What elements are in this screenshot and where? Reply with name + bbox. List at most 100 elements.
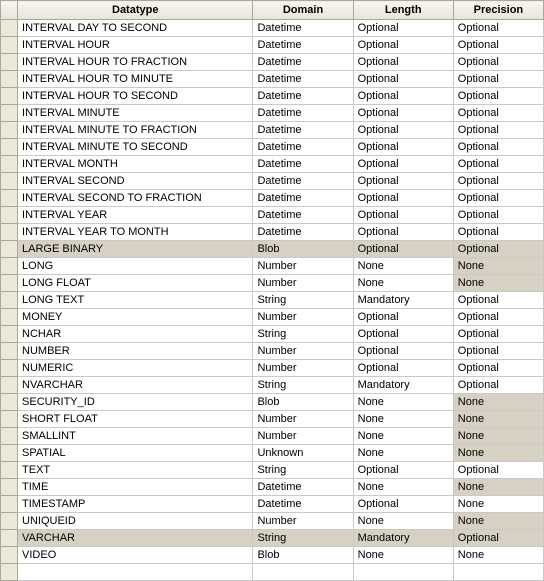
- cell-domain[interactable]: Datetime: [253, 88, 353, 105]
- cell-precision[interactable]: None: [453, 496, 543, 513]
- cell-length[interactable]: Optional: [353, 207, 453, 224]
- cell-domain[interactable]: Datetime: [253, 54, 353, 71]
- cell-precision[interactable]: Optional: [453, 462, 543, 479]
- cell-domain[interactable]: Unknown: [253, 445, 353, 462]
- cell-datatype[interactable]: INTERVAL MINUTE: [18, 105, 253, 122]
- cell-precision[interactable]: Optional: [453, 139, 543, 156]
- cell-domain[interactable]: String: [253, 462, 353, 479]
- cell-precision[interactable]: Optional: [453, 37, 543, 54]
- cell-length[interactable]: None: [353, 479, 453, 496]
- table-row[interactable]: INTERVAL HOUR TO MINUTEDatetimeOptionalO…: [1, 71, 544, 88]
- cell-domain[interactable]: Datetime: [253, 20, 353, 37]
- cell-datatype[interactable]: SPATIAL: [18, 445, 253, 462]
- table-row[interactable]: SPATIALUnknownNoneNone: [1, 445, 544, 462]
- table-row[interactable]: INTERVAL MONTHDatetimeOptionalOptional: [1, 156, 544, 173]
- table-row[interactable]: VIDEOBlobNoneNone: [1, 547, 544, 564]
- cell-datatype[interactable]: LONG FLOAT: [18, 275, 253, 292]
- cell-length[interactable]: None: [353, 258, 453, 275]
- cell-domain[interactable]: Blob: [253, 547, 353, 564]
- table-row[interactable]: LONGNumberNoneNone: [1, 258, 544, 275]
- cell-length[interactable]: Optional: [353, 122, 453, 139]
- table-row[interactable]: INTERVAL MINUTE TO SECONDDatetimeOptiona…: [1, 139, 544, 156]
- table-row[interactable]: INTERVAL DAY TO SECONDDatetimeOptionalOp…: [1, 20, 544, 37]
- table-row[interactable]: UNIQUEIDNumberNoneNone: [1, 513, 544, 530]
- cell-length[interactable]: Optional: [353, 105, 453, 122]
- row-gutter[interactable]: [1, 513, 18, 530]
- cell-domain[interactable]: String: [253, 377, 353, 394]
- table-row[interactable]: INTERVAL HOURDatetimeOptionalOptional: [1, 37, 544, 54]
- cell-datatype[interactable]: SHORT FLOAT: [18, 411, 253, 428]
- row-gutter[interactable]: [1, 241, 18, 258]
- row-gutter[interactable]: [1, 428, 18, 445]
- cell-length[interactable]: Optional: [353, 139, 453, 156]
- cell-precision[interactable]: Optional: [453, 190, 543, 207]
- cell-datatype[interactable]: NUMERIC: [18, 360, 253, 377]
- cell-datatype[interactable]: TEXT: [18, 462, 253, 479]
- cell-datatype[interactable]: INTERVAL SECOND TO FRACTION: [18, 190, 253, 207]
- row-gutter[interactable]: [1, 377, 18, 394]
- datatype-grid[interactable]: Datatype Domain Length Precision INTERVA…: [0, 0, 544, 581]
- cell-precision[interactable]: Optional: [453, 360, 543, 377]
- cell-precision[interactable]: Optional: [453, 54, 543, 71]
- cell-datatype[interactable]: UNIQUEID: [18, 513, 253, 530]
- row-gutter[interactable]: [1, 445, 18, 462]
- cell-precision[interactable]: Optional: [453, 156, 543, 173]
- cell-datatype[interactable]: NUMBER: [18, 343, 253, 360]
- cell-precision[interactable]: Optional: [453, 241, 543, 258]
- cell-domain[interactable]: Blob: [253, 394, 353, 411]
- col-header-datatype[interactable]: Datatype: [18, 1, 253, 20]
- cell-datatype[interactable]: MONEY: [18, 309, 253, 326]
- table-row[interactable]: VARCHARStringMandatoryOptional: [1, 530, 544, 547]
- row-gutter[interactable]: [1, 122, 18, 139]
- cell-datatype[interactable]: INTERVAL MONTH: [18, 156, 253, 173]
- table-row[interactable]: NUMBERNumberOptionalOptional: [1, 343, 544, 360]
- cell-length[interactable]: None: [353, 445, 453, 462]
- table-row[interactable]: TIMEDatetimeNoneNone: [1, 479, 544, 496]
- table-row[interactable]: TIMESTAMPDatetimeOptionalNone: [1, 496, 544, 513]
- cell-length[interactable]: Optional: [353, 326, 453, 343]
- table-row[interactable]: INTERVAL HOUR TO SECONDDatetimeOptionalO…: [1, 88, 544, 105]
- cell-precision[interactable]: Optional: [453, 122, 543, 139]
- cell-precision[interactable]: Optional: [453, 71, 543, 88]
- cell-length[interactable]: Optional: [353, 156, 453, 173]
- cell-datatype[interactable]: TIME: [18, 479, 253, 496]
- cell-datatype[interactable]: INTERVAL HOUR TO FRACTION: [18, 54, 253, 71]
- cell-domain[interactable]: Number: [253, 428, 353, 445]
- table-row[interactable]: NUMERICNumberOptionalOptional: [1, 360, 544, 377]
- cell-datatype[interactable]: LONG TEXT: [18, 292, 253, 309]
- cell-domain[interactable]: Number: [253, 275, 353, 292]
- cell-datatype[interactable]: INTERVAL YEAR: [18, 207, 253, 224]
- cell-datatype[interactable]: VARCHAR: [18, 530, 253, 547]
- cell-length[interactable]: Optional: [353, 360, 453, 377]
- table-row[interactable]: INTERVAL MINUTEDatetimeOptionalOptional: [1, 105, 544, 122]
- cell-precision[interactable]: None: [453, 275, 543, 292]
- col-header-domain[interactable]: Domain: [253, 1, 353, 20]
- cell-domain[interactable]: Datetime: [253, 105, 353, 122]
- cell-length[interactable]: None: [353, 513, 453, 530]
- cell-domain[interactable]: Number: [253, 309, 353, 326]
- table-row[interactable]: LONG TEXTStringMandatoryOptional: [1, 292, 544, 309]
- cell-domain[interactable]: Number: [253, 411, 353, 428]
- cell-length[interactable]: Optional: [353, 20, 453, 37]
- table-row[interactable]: NVARCHARStringMandatoryOptional: [1, 377, 544, 394]
- cell-domain[interactable]: Number: [253, 343, 353, 360]
- row-gutter[interactable]: [1, 462, 18, 479]
- cell-datatype[interactable]: VIDEO: [18, 547, 253, 564]
- cell-precision[interactable]: None: [453, 394, 543, 411]
- cell-domain[interactable]: Datetime: [253, 496, 353, 513]
- row-gutter[interactable]: [1, 394, 18, 411]
- cell-length[interactable]: Mandatory: [353, 530, 453, 547]
- cell-domain[interactable]: Datetime: [253, 479, 353, 496]
- cell-precision[interactable]: Optional: [453, 20, 543, 37]
- table-row[interactable]: LONG FLOATNumberNoneNone: [1, 275, 544, 292]
- cell-domain[interactable]: Number: [253, 513, 353, 530]
- table-row[interactable]: INTERVAL SECONDDatetimeOptionalOptional: [1, 173, 544, 190]
- cell-precision[interactable]: None: [453, 479, 543, 496]
- cell-length[interactable]: None: [353, 547, 453, 564]
- row-gutter[interactable]: [1, 173, 18, 190]
- cell-datatype[interactable]: INTERVAL SECOND: [18, 173, 253, 190]
- table-row[interactable]: SMALLINTNumberNoneNone: [1, 428, 544, 445]
- cell-domain[interactable]: Datetime: [253, 207, 353, 224]
- cell-precision[interactable]: None: [453, 445, 543, 462]
- cell-precision[interactable]: Optional: [453, 88, 543, 105]
